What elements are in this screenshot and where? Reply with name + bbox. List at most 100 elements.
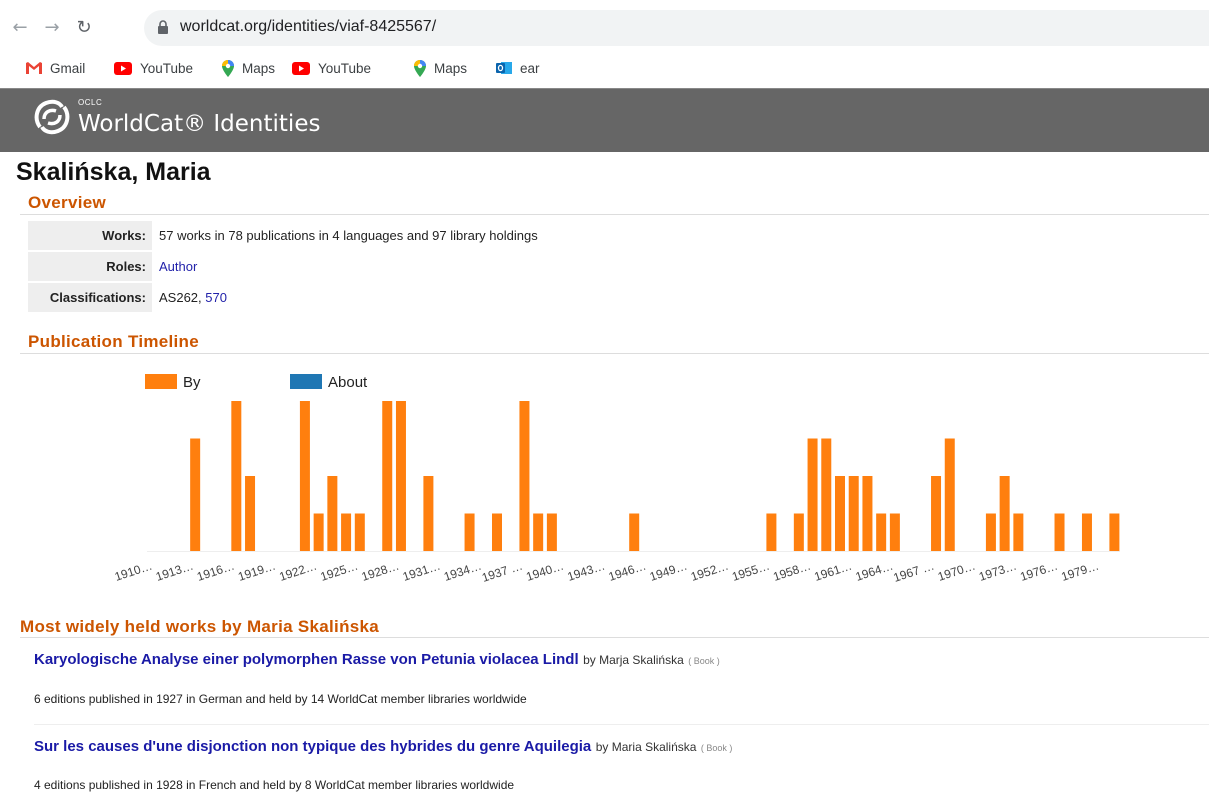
works-label: Works: bbox=[28, 221, 152, 250]
reload-icon[interactable]: ↻ bbox=[74, 18, 94, 38]
bookmark-label: ear bbox=[520, 60, 540, 76]
work-author: by Maria Skalińska bbox=[595, 740, 697, 754]
bar-1945[interactable] bbox=[629, 513, 640, 552]
roles-value: Author bbox=[159, 252, 197, 281]
bookmark-maps-2[interactable]: Maps bbox=[414, 58, 467, 78]
x-tick-label: 1922… bbox=[277, 559, 318, 584]
bar-1972[interactable] bbox=[999, 476, 1010, 551]
bookmark-label: YouTube bbox=[318, 60, 372, 76]
youtube-icon bbox=[292, 61, 310, 75]
bookmark-youtube[interactable]: YouTube bbox=[114, 58, 193, 78]
role-author-link[interactable]: Author bbox=[159, 259, 197, 274]
bar-1973[interactable] bbox=[1013, 513, 1024, 552]
divider bbox=[34, 724, 1209, 725]
x-tick-label: 1913… bbox=[154, 559, 195, 584]
x-tick-label: 1958… bbox=[771, 559, 812, 584]
page-title: Skalińska, Maria bbox=[16, 158, 211, 186]
bar-1922[interactable] bbox=[313, 513, 324, 552]
x-tick-label: 1946… bbox=[607, 559, 648, 584]
x-tick-label: 1952… bbox=[689, 559, 730, 584]
x-tick-label: 1964… bbox=[854, 559, 895, 584]
back-arrow-icon[interactable]: ← bbox=[10, 18, 30, 38]
bookmark-youtube-2[interactable]: YouTube bbox=[292, 58, 371, 78]
bar-1917[interactable] bbox=[245, 476, 256, 551]
classification-as262: AS262, bbox=[159, 290, 206, 305]
legend-swatch-by[interactable] bbox=[145, 374, 177, 389]
classifications-label: Classifications: bbox=[28, 283, 152, 312]
bar-1921[interactable] bbox=[299, 401, 310, 551]
works-heading: Most widely held works by Maria Skalińsk… bbox=[20, 617, 380, 636]
bar-1978[interactable] bbox=[1081, 513, 1092, 552]
bar-1957[interactable] bbox=[793, 513, 804, 552]
bar-1937[interactable] bbox=[519, 401, 530, 551]
divider bbox=[20, 353, 1209, 354]
x-tick-label: 1943… bbox=[566, 559, 607, 584]
bar-1962[interactable] bbox=[862, 476, 873, 551]
bookmark-label: Maps bbox=[434, 60, 468, 76]
bar-1927[interactable] bbox=[382, 401, 393, 551]
x-tick-label: 1910… bbox=[113, 559, 154, 584]
bar-1955[interactable] bbox=[766, 513, 777, 552]
bar-1939[interactable] bbox=[546, 513, 557, 552]
maps-icon bbox=[222, 59, 234, 77]
bar-1925[interactable] bbox=[354, 513, 365, 552]
x-tick-label: 1949… bbox=[648, 559, 689, 584]
bar-1976[interactable] bbox=[1054, 513, 1065, 552]
works-value: 57 works in 78 publications in 4 languag… bbox=[159, 228, 538, 243]
forward-arrow-icon[interactable]: → bbox=[42, 18, 62, 38]
url-text: worldcat.org/identities/viaf-8425567/ bbox=[180, 18, 437, 35]
bar-1913[interactable] bbox=[190, 438, 201, 552]
divider bbox=[20, 214, 1209, 215]
youtube-icon bbox=[114, 61, 132, 75]
bar-1964[interactable] bbox=[889, 513, 900, 552]
site-title[interactable]: WorldCat® Identities bbox=[78, 111, 320, 137]
outlook-icon bbox=[496, 62, 512, 74]
worldcat-header: OCLC WorldCat® Identities bbox=[0, 88, 1209, 152]
bar-1923[interactable] bbox=[327, 476, 338, 551]
browser-toolbar: ← → ↻ worldcat.org/identities/viaf-84255… bbox=[0, 0, 1209, 88]
bar-1930[interactable] bbox=[423, 476, 434, 551]
legend-label-by[interactable]: By bbox=[183, 374, 201, 391]
work-type-badge: ( Book ) bbox=[700, 743, 733, 753]
x-tick-label: 1916… bbox=[195, 559, 236, 584]
bar-1961[interactable] bbox=[848, 476, 859, 551]
bar-1967[interactable] bbox=[931, 476, 942, 551]
x-tick-label: 1925… bbox=[319, 559, 360, 584]
legend-label-about[interactable]: About bbox=[328, 374, 368, 391]
x-tick-label: 1976… bbox=[1018, 559, 1059, 584]
bar-1968[interactable] bbox=[944, 438, 955, 552]
bar-1971[interactable] bbox=[985, 513, 996, 552]
bar-1980[interactable] bbox=[1109, 513, 1120, 552]
bar-1916[interactable] bbox=[231, 401, 242, 551]
bar-1959[interactable] bbox=[821, 438, 832, 552]
bookmark-label: Maps bbox=[242, 60, 276, 76]
work-description: 4 editions published in 1928 in French a… bbox=[34, 778, 515, 792]
lock-icon bbox=[158, 20, 168, 34]
work-title-link[interactable]: Sur les causes d'une disjonction non typ… bbox=[34, 738, 591, 755]
x-tick-label: 1937 … bbox=[480, 559, 524, 585]
bar-1963[interactable] bbox=[876, 513, 887, 552]
bar-1924[interactable] bbox=[341, 513, 352, 552]
maps-icon bbox=[414, 59, 426, 77]
bar-1958[interactable] bbox=[807, 438, 818, 552]
work-title-link[interactable]: Karyologische Analyse einer polymorphen … bbox=[34, 651, 579, 668]
work-type-badge: ( Book ) bbox=[688, 656, 720, 666]
bar-1933[interactable] bbox=[464, 513, 475, 552]
publication-timeline-chart: By About 1910… 1913… 1916… 1919… 1922… 1925… 192… bbox=[113, 374, 1120, 585]
address-bar[interactable]: worldcat.org/identities/viaf-8425567/ bbox=[144, 10, 1209, 46]
bar-1935[interactable] bbox=[492, 513, 502, 552]
work-description: 6 editions published in 1927 in German a… bbox=[34, 692, 527, 706]
oclc-logo-icon[interactable] bbox=[32, 97, 72, 137]
bookmark-maps[interactable]: Maps bbox=[222, 58, 275, 78]
bookmark-outlook[interactable]: ear bbox=[496, 58, 540, 78]
legend-swatch-about[interactable] bbox=[290, 374, 322, 389]
bar-1960[interactable] bbox=[835, 476, 845, 551]
divider bbox=[20, 637, 1209, 638]
work-item-2: Sur les causes d'une disjonction non typ… bbox=[34, 738, 732, 756]
bar-1938[interactable] bbox=[533, 513, 544, 552]
overview-heading: Overview bbox=[28, 193, 107, 212]
bar-1928[interactable] bbox=[395, 401, 406, 551]
bookmarks-bar: Gmail YouTube Maps YouTube Maps ear bbox=[0, 56, 1209, 80]
classification-570-link[interactable]: 570 bbox=[205, 290, 227, 305]
bookmark-gmail[interactable]: Gmail bbox=[26, 58, 85, 78]
